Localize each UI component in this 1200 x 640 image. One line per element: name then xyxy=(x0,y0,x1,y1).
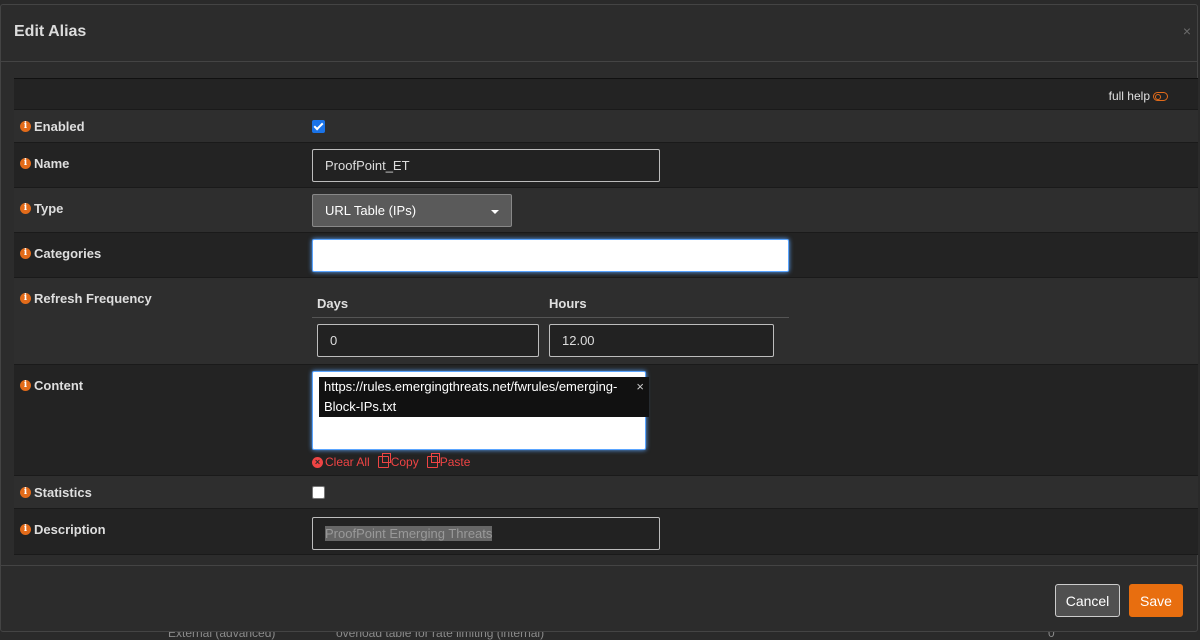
refresh-divider xyxy=(312,317,789,318)
dialog-footer: Cancel Save xyxy=(1,565,1197,633)
tag-remove-icon[interactable]: × xyxy=(636,377,644,397)
info-circle-icon[interactable]: i xyxy=(20,380,31,391)
info-circle-icon[interactable]: i xyxy=(20,203,31,214)
description-label: i Description xyxy=(20,522,106,537)
tag-text-line: https://rules.emergingthreats.net/fwrule… xyxy=(324,379,618,394)
close-icon[interactable]: × xyxy=(1183,23,1191,39)
statistics-row: i Statistics xyxy=(14,476,1198,509)
content-row: i Content https://rules.emergingthreats.… xyxy=(14,365,1198,476)
refresh-frequency-label-text: Refresh Frequency xyxy=(34,291,152,306)
categories-label: i Categories xyxy=(20,246,101,261)
save-button[interactable]: Save xyxy=(1129,584,1183,617)
content-tag-input[interactable]: https://rules.emergingthreats.net/fwrule… xyxy=(312,371,649,450)
tag-text-line: Block-IPs.txt xyxy=(324,399,397,414)
content-label-text: Content xyxy=(34,378,84,393)
categories-input[interactable] xyxy=(312,239,789,272)
days-input[interactable]: 0 xyxy=(317,324,539,357)
clear-all-button[interactable]: × Clear All xyxy=(312,455,370,469)
cancel-button[interactable]: Cancel xyxy=(1055,584,1120,617)
categories-label-text: Categories xyxy=(34,246,102,261)
name-row: i Name ProofPoint_ET xyxy=(14,143,1198,188)
name-label: i Name xyxy=(20,156,69,171)
full-help-label: full help xyxy=(1108,89,1150,103)
info-circle-icon[interactable]: i xyxy=(20,158,31,169)
categories-row: i Categories xyxy=(14,233,1198,278)
copy-label: Copy xyxy=(390,455,419,469)
hours-header: Hours xyxy=(549,296,587,311)
enabled-checkbox[interactable] xyxy=(312,120,325,133)
type-label-text: Type xyxy=(34,201,64,216)
full-help-toggle[interactable]: full help xyxy=(1109,89,1168,103)
hours-input[interactable]: 12.00 xyxy=(549,324,774,357)
dialog-header: Edit Alias × xyxy=(1,5,1197,62)
name-input[interactable]: ProofPoint_ET xyxy=(312,149,660,182)
type-label: i Type xyxy=(20,201,63,216)
type-select[interactable]: URL Table (IPs) xyxy=(312,194,512,227)
info-circle-icon[interactable]: i xyxy=(20,524,31,535)
days-header: Days xyxy=(317,296,349,311)
copy-button[interactable]: Copy xyxy=(377,453,419,469)
dialog-title: Edit Alias xyxy=(14,23,87,40)
info-circle-icon[interactable]: i xyxy=(20,248,31,259)
statistics-label: i Statistics xyxy=(20,485,92,500)
enabled-label: i Enabled xyxy=(20,119,85,134)
caret-down-icon xyxy=(491,210,499,214)
statistics-checkbox[interactable] xyxy=(312,486,325,499)
content-tag[interactable]: https://rules.emergingthreats.net/fwrule… xyxy=(319,377,649,417)
paste-icon xyxy=(426,453,440,468)
clear-all-label: Clear All xyxy=(325,455,370,469)
paste-label: Paste xyxy=(439,455,471,469)
description-row: i Description ProofPoint Emerging Threat… xyxy=(14,509,1198,555)
refresh-frequency-label: i Refresh Frequency xyxy=(20,291,152,306)
description-input[interactable]: ProofPoint Emerging Threats xyxy=(312,517,660,550)
toggle-icon xyxy=(1153,91,1168,101)
info-circle-icon[interactable]: i xyxy=(20,121,31,132)
paste-button[interactable]: Paste xyxy=(426,453,471,469)
help-row: full help xyxy=(14,79,1198,110)
description-label-text: Description xyxy=(34,522,106,537)
info-circle-icon[interactable]: i xyxy=(20,487,31,498)
description-value: ProofPoint Emerging Threats xyxy=(325,526,493,541)
content-label: i Content xyxy=(20,378,83,393)
refresh-frequency-row: i Refresh Frequency Days Hours 0 12.00 xyxy=(14,278,1198,365)
times-circle-icon: × xyxy=(312,456,323,468)
edit-alias-dialog: Edit Alias × full help i Enabled i Name … xyxy=(0,4,1198,632)
content-actions: × Clear All Copy Paste xyxy=(312,453,471,469)
type-row: i Type URL Table (IPs) xyxy=(14,188,1198,233)
alias-form: full help i Enabled i Name ProofPoint_ET… xyxy=(14,78,1198,555)
info-circle-icon[interactable]: i xyxy=(20,293,31,304)
statistics-label-text: Statistics xyxy=(34,485,92,500)
enabled-label-text: Enabled xyxy=(34,119,85,134)
type-select-value: URL Table (IPs) xyxy=(325,203,417,218)
name-label-text: Name xyxy=(34,156,70,171)
enabled-row: i Enabled xyxy=(14,110,1198,143)
copy-icon xyxy=(377,453,391,468)
